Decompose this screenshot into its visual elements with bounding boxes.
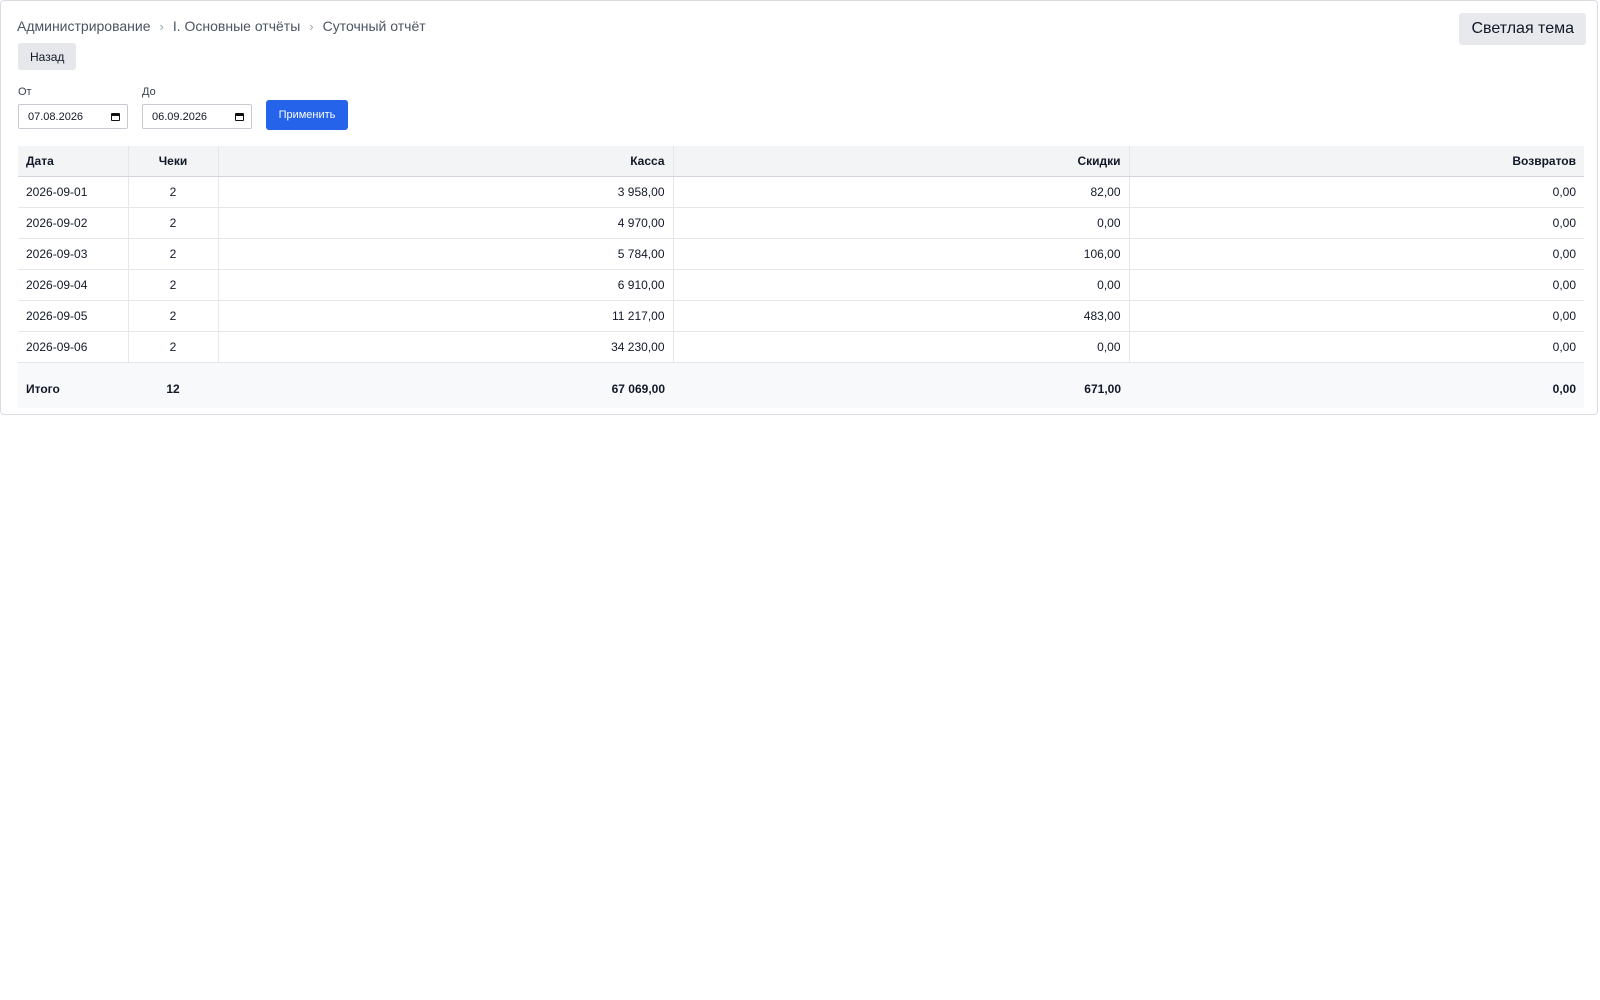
cell-discounts: 82,00 (672, 176, 1129, 208)
chevron-right-icon: › (309, 18, 314, 34)
column-header-receipts: Чеки (127, 146, 218, 177)
cell-cash: 6 910,00 (217, 269, 673, 301)
totals-label: Итого (18, 362, 128, 408)
cell-cash: 5 784,00 (217, 238, 673, 270)
cell-returns: 0,00 (1128, 331, 1584, 363)
date-to-value: 06.09.2026 (152, 110, 208, 123)
breadcrumb-item-administration[interactable]: Администрирование (17, 18, 151, 34)
cell-cash: 34 230,00 (217, 331, 673, 363)
cell-date: 2026-09-06 (18, 331, 128, 363)
date-to-input[interactable]: 06.09.2026 (142, 104, 252, 129)
cell-discounts: 106,00 (672, 238, 1129, 270)
cell-cash: 3 958,00 (217, 176, 673, 208)
cell-date: 2026-09-01 (18, 176, 128, 208)
totals-returns: 0,00 (1129, 362, 1584, 408)
cell-discounts: 0,00 (672, 331, 1129, 363)
table-row: 2026-09-03 2 5 784,00 106,00 0,00 (18, 238, 1584, 270)
cell-discounts: 483,00 (672, 300, 1129, 332)
cell-returns: 0,00 (1128, 176, 1584, 208)
cell-receipts: 2 (127, 300, 218, 332)
cell-returns: 0,00 (1128, 300, 1584, 332)
apply-button[interactable]: Применить (266, 100, 348, 130)
cell-receipts: 2 (127, 269, 218, 301)
daily-report-table: Дата Чеки Касса Скидки Возвратов 2026-09… (18, 146, 1584, 408)
cell-date: 2026-09-04 (18, 269, 128, 301)
back-button[interactable]: Назад (18, 43, 77, 70)
table-row: 2026-09-04 2 6 910,00 0,00 0,00 (18, 269, 1584, 301)
cell-cash: 11 217,00 (217, 300, 673, 332)
cell-discounts: 0,00 (672, 269, 1129, 301)
breadcrumb-item-main-reports[interactable]: I. Основные отчёты (173, 18, 300, 34)
date-from-label: От (18, 86, 32, 98)
breadcrumb-item-daily-report: Суточный отчёт (322, 18, 426, 34)
date-from-value: 07.08.2026 (28, 110, 84, 123)
cell-receipts: 2 (127, 176, 218, 208)
totals-receipts: 12 (128, 362, 218, 408)
date-from-input[interactable]: 07.08.2026 (18, 104, 128, 129)
date-to-label: До (142, 86, 156, 98)
breadcrumb: Администрирование › I. Основные отчёты ›… (17, 18, 426, 34)
table-row: 2026-09-06 2 34 230,00 0,00 0,00 (18, 331, 1584, 363)
table-row: 2026-09-02 2 4 970,00 0,00 0,00 (18, 207, 1584, 239)
cell-receipts: 2 (127, 238, 218, 270)
cell-date: 2026-09-05 (18, 300, 128, 332)
totals-row: Итого 12 67 069,00 671,00 0,00 (18, 362, 1584, 408)
column-header-date: Дата (18, 146, 128, 177)
cell-cash: 4 970,00 (217, 207, 673, 239)
column-header-returns: Возвратов (1128, 146, 1584, 177)
theme-toggle-button[interactable]: Светлая тема (1459, 13, 1586, 45)
chevron-right-icon: › (159, 18, 164, 34)
cell-returns: 0,00 (1128, 269, 1584, 301)
calendar-icon[interactable] (235, 112, 244, 121)
cell-date: 2026-09-03 (18, 238, 128, 270)
cell-receipts: 2 (127, 331, 218, 363)
totals-cash: 67 069,00 (218, 362, 673, 408)
cell-returns: 0,00 (1128, 238, 1584, 270)
cell-receipts: 2 (127, 207, 218, 239)
totals-discounts: 671,00 (673, 362, 1129, 408)
column-header-cash: Касса (217, 146, 673, 177)
cell-discounts: 0,00 (672, 207, 1129, 239)
table-row: 2026-09-01 2 3 958,00 82,00 0,00 (18, 176, 1584, 208)
table-header-row: Дата Чеки Касса Скидки Возвратов (18, 146, 1584, 177)
calendar-icon[interactable] (111, 112, 120, 121)
column-header-discounts: Скидки (672, 146, 1129, 177)
cell-date: 2026-09-02 (18, 207, 128, 239)
cell-returns: 0,00 (1128, 207, 1584, 239)
report-panel: Администрирование › I. Основные отчёты ›… (0, 0, 1598, 415)
table-row: 2026-09-05 2 11 217,00 483,00 0,00 (18, 300, 1584, 332)
